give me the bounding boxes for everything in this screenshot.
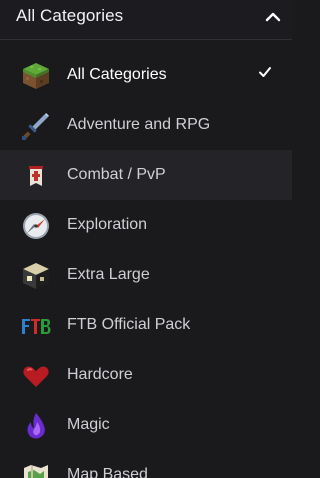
banner-icon [29,166,43,186]
category-item-combat-pvp[interactable]: Combat / PvP [0,150,292,200]
category-item-exploration[interactable]: Exploration [0,200,292,250]
category-label: Magic [67,416,110,433]
dark-block-icon [23,263,49,289]
category-label: Extra Large [67,266,150,283]
heart-icon [23,366,49,387]
category-dropdown: All Categories All Categories Adventure … [0,0,292,478]
category-label: FTB Official Pack [67,316,191,333]
category-item-hardcore[interactable]: Hardcore [0,350,292,400]
category-label: All Categories [67,66,167,83]
grass-block-icon [23,63,49,89]
category-item-adventure-and-rpg[interactable]: Adventure and RPG [0,100,292,150]
dropdown-header[interactable]: All Categories [0,0,292,40]
dropdown-title: All Categories [16,6,124,25]
checkmark-icon [259,67,271,77]
category-label: Combat / PvP [67,166,166,183]
category-item-map-based[interactable]: Map Based [0,450,292,478]
category-label: Map Based [67,466,148,478]
sword-icon [22,113,49,140]
category-label: Exploration [67,216,148,233]
ftb-logo-icon [22,319,51,334]
category-label: Adventure and RPG [67,116,211,133]
purple-flame-icon [27,413,45,439]
chevron-up-icon[interactable] [264,8,282,26]
map-icon [24,465,48,478]
category-item-magic[interactable]: Magic [0,400,292,450]
category-item-ftb-official-pack[interactable]: FTB Official Pack [0,300,292,350]
category-item-all-categories[interactable]: All Categories [0,50,292,100]
category-item-extra-large[interactable]: Extra Large [0,250,292,300]
compass-icon [23,213,49,239]
category-label: Hardcore [67,366,133,383]
category-list: All Categories Adventure and RPG Combat … [0,50,292,478]
